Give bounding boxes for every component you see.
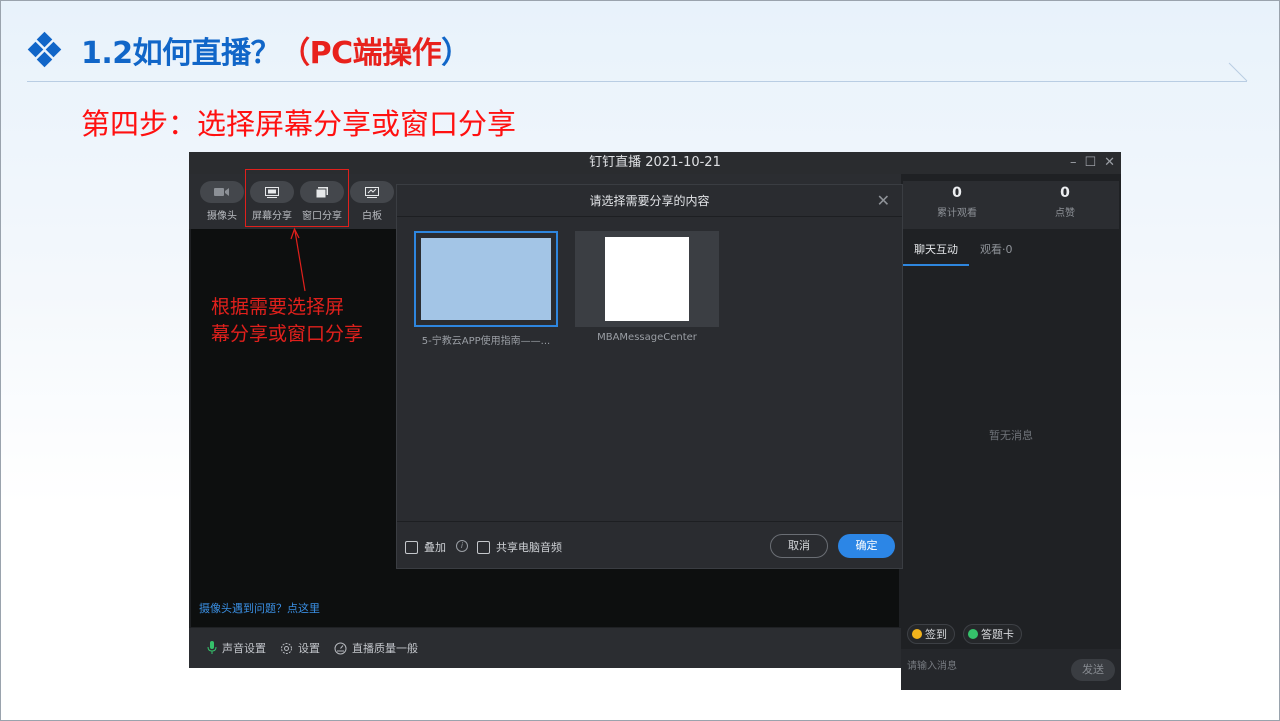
panel-actions: 签到 答题卡	[907, 624, 1022, 644]
interaction-panel: 0 累计观看 0 点赞 聊天互动 观看·0 暂无消息 签到 答题卡 请输入消息	[901, 174, 1121, 690]
step-heading: 第四步：选择屏幕分享或窗口分享	[81, 107, 517, 141]
send-button[interactable]: 发送	[1071, 659, 1115, 681]
microphone-icon	[207, 641, 217, 654]
checkbox-icon	[477, 540, 490, 554]
likes-count: 0	[1060, 185, 1070, 201]
screen-preview	[421, 238, 551, 320]
slide-title: 1.2如何直播？（PC端操作）	[81, 28, 471, 72]
gear-icon	[281, 642, 292, 654]
slide-title-prefix: 1.2如何直播？	[81, 36, 281, 71]
share-option-screen[interactable]: 5-宁教云APP使用指南——...	[414, 231, 558, 347]
settings-button[interactable]: 设置	[280, 640, 320, 656]
share-audio-label: 共享电脑音频	[496, 541, 562, 554]
whiteboard-icon	[350, 181, 394, 203]
camera-label: 摄像头	[207, 211, 237, 222]
overlay-checkbox[interactable]: 叠加	[405, 539, 446, 555]
answer-card-label: 答题卡	[981, 628, 1014, 641]
answer-card-button[interactable]: 答题卡	[963, 624, 1022, 644]
checkbox-icon	[405, 540, 418, 554]
window-controls: – ☐ ✕	[1070, 152, 1115, 174]
share-option-caption: 5-宁教云APP使用指南——...	[421, 336, 551, 347]
annotation-line-1: 根据需要选择屏	[211, 296, 345, 318]
dialog-title: 请选择需要分享的内容	[397, 185, 902, 217]
audio-settings-button[interactable]: 声音设置	[207, 640, 266, 656]
share-option-window[interactable]: MBAMessageCenter	[575, 231, 719, 343]
cancel-button[interactable]: 取消	[770, 534, 828, 558]
panel-tabs: 聊天互动 观看·0	[903, 234, 1119, 266]
audio-settings-label: 声音设置	[222, 642, 266, 655]
answer-card-icon	[968, 629, 978, 639]
overlay-label: 叠加	[424, 541, 446, 554]
annotation-line-2: 幕分享或窗口分享	[211, 323, 364, 345]
share-thumbnail	[575, 231, 719, 327]
likes-stat: 0 点赞	[1011, 181, 1119, 229]
stream-quality-indicator[interactable]: 直播质量一般	[334, 640, 418, 656]
diamond-bullet-icon	[27, 31, 63, 68]
slide-title-highlight: PC端操作	[309, 36, 442, 71]
share-option-caption: MBAMessageCenter	[597, 332, 697, 343]
checkin-button[interactable]: 签到	[907, 624, 955, 644]
empty-chat-message: 暂无消息	[989, 429, 1033, 442]
tab-viewers[interactable]: 观看·0	[969, 234, 1024, 266]
message-input-row: 请输入消息 发送	[901, 649, 1121, 690]
speedometer-icon	[334, 642, 347, 654]
slide-title-paren-open: （	[280, 36, 310, 71]
views-count: 0	[952, 185, 962, 201]
confirm-button[interactable]: 确定	[838, 534, 895, 558]
close-icon[interactable]: ✕	[1104, 152, 1115, 174]
maximize-icon[interactable]: ☐	[1084, 152, 1096, 174]
camera-help-link[interactable]: 摄像头遇到问题？点这里	[199, 600, 320, 616]
info-icon[interactable]: i	[456, 540, 468, 552]
dingtalk-live-window: 钉钉直播 2021-10-21 – ☐ ✕ 摄像头 屏幕分享 窗口分享 白板 摄…	[189, 152, 1121, 690]
whiteboard-label: 白板	[362, 211, 382, 222]
share-thumbnail	[414, 231, 558, 327]
annotation-arrow-icon	[290, 227, 306, 292]
camera-button[interactable]: 摄像头	[197, 181, 247, 222]
minimize-icon[interactable]: –	[1070, 152, 1077, 174]
stats-box: 0 累计观看 0 点赞	[903, 181, 1119, 229]
camera-icon	[200, 181, 244, 203]
annotation-highlight-box	[245, 169, 349, 227]
checkin-label: 签到	[925, 628, 947, 641]
annotation-text: 根据需要选择屏 幕分享或窗口分享	[211, 294, 391, 348]
window-preview	[605, 237, 689, 321]
checkin-icon	[912, 629, 922, 639]
likes-label: 点赞	[1055, 208, 1075, 219]
views-label: 累计观看	[937, 208, 977, 219]
tab-chat[interactable]: 聊天互动	[903, 234, 969, 266]
dialog-footer: 叠加 i 共享电脑音频 取消 确定	[397, 521, 902, 568]
slide-title-paren-close: ）	[441, 36, 471, 71]
message-input[interactable]: 请输入消息	[907, 657, 957, 672]
stream-quality-label: 直播质量一般	[352, 642, 418, 655]
title-divider	[27, 81, 1247, 82]
settings-label: 设置	[298, 642, 320, 655]
views-stat: 0 累计观看	[903, 181, 1011, 229]
whiteboard-button[interactable]: 白板	[347, 181, 397, 222]
window-title: 钉钉直播 2021-10-21	[589, 155, 721, 170]
share-content-dialog: 请选择需要分享的内容 ✕ 5-宁教云APP使用指南——... MBAMessag…	[396, 184, 903, 569]
share-audio-checkbox[interactable]: 共享电脑音频	[477, 539, 562, 555]
dialog-close-icon[interactable]: ✕	[877, 185, 890, 217]
slide-title-row: 1.2如何直播？（PC端操作）	[27, 25, 471, 75]
bottom-bar: 声音设置 设置 直播质量一般	[189, 628, 901, 668]
